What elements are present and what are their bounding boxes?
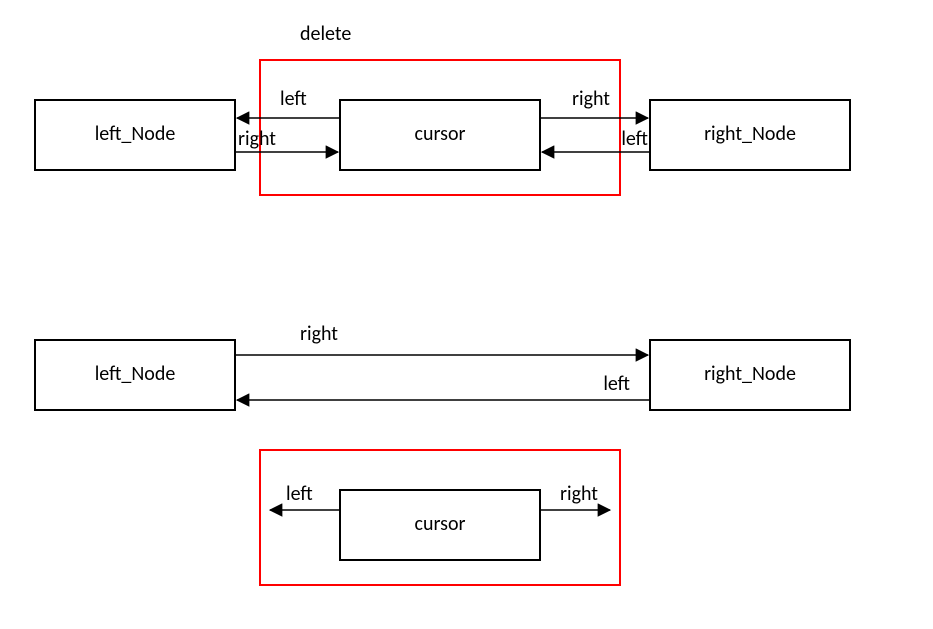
ptr-cursor-left-label-bottom: left xyxy=(286,482,313,506)
ptr-cursor-right-label-top: right xyxy=(572,87,610,111)
cursor-label-bottom: cursor xyxy=(415,512,466,536)
delete-label: delete xyxy=(300,22,351,46)
left-node-label-bottom: left_Node xyxy=(95,362,176,386)
ptr-cursor-right-label-bottom: right xyxy=(560,482,598,506)
ptr-rightnode-left-label-top: left xyxy=(621,127,648,151)
ptr-leftnode-right-label-top: right xyxy=(238,127,276,151)
left-node-label-top: left_Node xyxy=(95,122,176,146)
right-node-label-top: right_Node xyxy=(704,122,796,146)
right-node-label-bottom: right_Node xyxy=(704,362,796,386)
cursor-label-top: cursor xyxy=(415,122,466,146)
ptr-rightnode-left-label-bottom: left xyxy=(603,372,630,396)
ptr-leftnode-right-label-bottom: right xyxy=(300,322,338,346)
ptr-cursor-left-label-top: left xyxy=(280,87,307,111)
